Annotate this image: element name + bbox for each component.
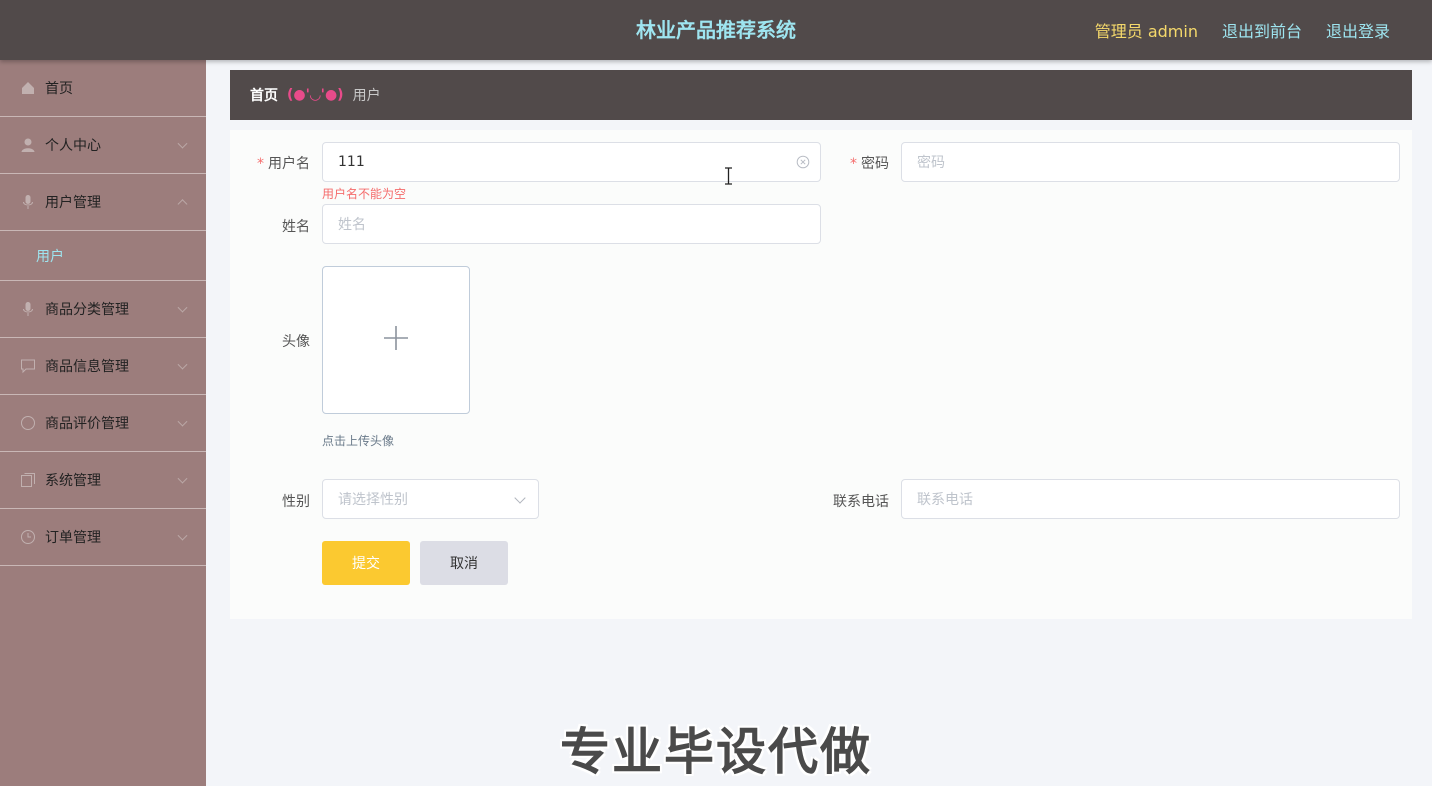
sidebar-item-home[interactable]: 首页: [0, 60, 206, 117]
chevron-down-icon: [177, 302, 188, 313]
top-header: 林业产品推荐系统 管理员 admin 退出到前台 退出登录: [0, 0, 1432, 60]
sidebar-item-label: 用户管理: [45, 195, 101, 211]
avatar-upload[interactable]: [322, 266, 470, 414]
sidebar-item-category-management[interactable]: 商品分类管理: [0, 281, 206, 338]
sidebar-item-label: 商品信息管理: [45, 359, 129, 375]
sidebar-item-product-info-management[interactable]: 商品信息管理: [0, 338, 206, 395]
chevron-down-icon: [514, 492, 526, 504]
sidebar-item-order-management[interactable]: 订单管理: [0, 509, 206, 566]
sidebar-item-personal-center[interactable]: 个人中心: [0, 117, 206, 174]
sidebar-item-label: 系统管理: [45, 473, 101, 489]
exit-to-front-link[interactable]: 退出到前台: [1222, 18, 1302, 42]
cancel-button[interactable]: 取消: [420, 541, 508, 585]
password-input[interactable]: 密码: [901, 142, 1400, 182]
user-icon: [20, 137, 36, 153]
sidebar-item-system-management[interactable]: 系统管理: [0, 452, 206, 509]
sidebar-item-label: 商品分类管理: [45, 302, 129, 318]
circle-icon: [20, 415, 36, 431]
plus-icon: [383, 325, 409, 355]
chevron-up-icon: [177, 199, 188, 210]
breadcrumb-separator: (●'◡'●): [287, 87, 344, 103]
password-label: * 密码: [850, 156, 889, 172]
sidebar-item-user-management[interactable]: 用户管理: [0, 174, 206, 231]
header-actions: 管理员 admin 退出到前台 退出登录: [1095, 0, 1390, 60]
admin-label: 管理员 admin: [1094, 22, 1198, 41]
username-input[interactable]: 111: [322, 142, 821, 182]
phone-placeholder: 联系电话: [917, 492, 973, 508]
submit-button[interactable]: 提交: [322, 541, 410, 585]
mic-icon: [20, 194, 36, 210]
sidebar-item-review-management[interactable]: 商品评价管理: [0, 395, 206, 452]
text-cursor-icon: [724, 167, 733, 185]
gender-select[interactable]: 请选择性别: [322, 479, 539, 519]
name-label: 姓名: [282, 219, 310, 235]
clock-icon: [20, 529, 36, 545]
clear-icon[interactable]: [796, 155, 810, 169]
breadcrumb-current: 用户: [352, 88, 381, 104]
phone-input[interactable]: 联系电话: [901, 479, 1400, 519]
sidebar-item-label: 订单管理: [45, 530, 101, 546]
name-placeholder: 姓名: [338, 217, 366, 233]
avatar-label: 头像: [282, 334, 310, 350]
chevron-down-icon: [177, 473, 188, 484]
breadcrumb: 首页 (●'◡'●) 用户: [230, 70, 1412, 120]
sidebar-item-label: 个人中心: [45, 138, 101, 154]
gender-label: 性别: [282, 494, 310, 510]
user-form: * 用户名 111 用户名不能为空 * 密码 密码 姓名 姓名 头像 点击上传头像 …: [230, 130, 1412, 619]
watermark: 专业毕设代做: [560, 723, 872, 781]
password-placeholder: 密码: [917, 155, 945, 171]
sidebar-subitem-user[interactable]: 用户: [0, 231, 206, 281]
chevron-down-icon: [177, 359, 188, 370]
chevron-down-icon: [177, 530, 188, 541]
sidebar: 首页 个人中心 用户管理 用户 商品分类管理 商品信息管理 商品评价管理 系统管…: [0, 60, 206, 786]
chat-icon: [20, 358, 36, 374]
copy-icon: [20, 472, 36, 488]
sidebar-item-label: 首页: [45, 81, 73, 97]
mic-icon: [20, 301, 36, 317]
username-label: * 用户名: [257, 156, 310, 172]
breadcrumb-home-link[interactable]: 首页: [250, 85, 278, 105]
username-error-message: 用户名不能为空: [322, 187, 407, 201]
chevron-down-icon: [177, 416, 188, 427]
username-value: 111: [338, 154, 365, 170]
avatar-upload-hint: 点击上传头像: [322, 434, 395, 448]
phone-label: 联系电话: [833, 494, 889, 510]
name-input[interactable]: 姓名: [322, 204, 821, 244]
home-icon: [20, 80, 36, 96]
chevron-down-icon: [177, 138, 188, 149]
logout-link[interactable]: 退出登录: [1326, 18, 1390, 42]
gender-placeholder: 请选择性别: [338, 492, 408, 508]
sidebar-item-label: 商品评价管理: [45, 416, 129, 432]
